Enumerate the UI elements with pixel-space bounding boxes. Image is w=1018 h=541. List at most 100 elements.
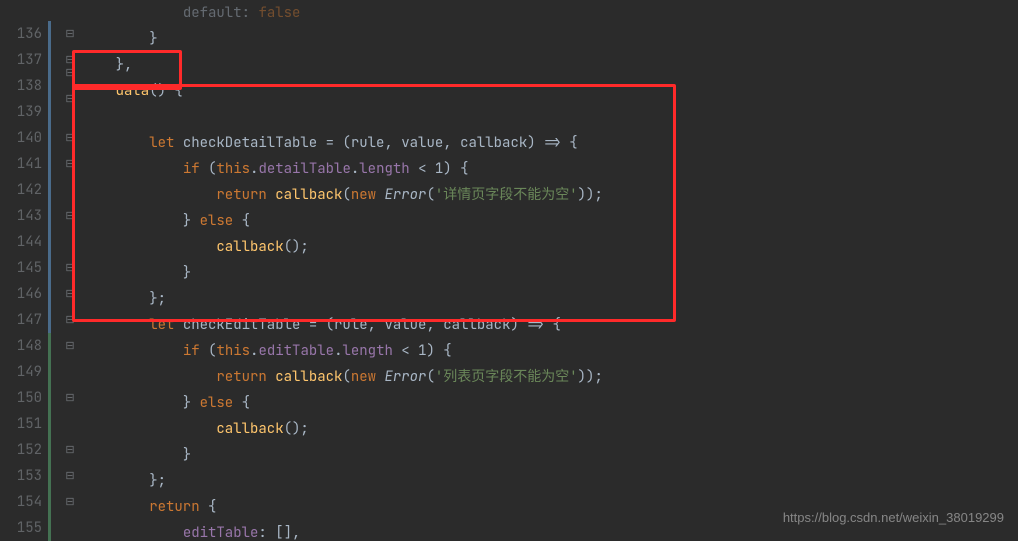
change-bar [48,437,51,463]
token: this [216,160,250,178]
fold-icon[interactable]: ⊟ [64,151,76,177]
code-line[interactable]: let checkEditTable = (rule, value, callb… [82,312,1018,338]
token: detailTable [258,160,350,178]
fold-marks[interactable]: ⊟ [48,489,78,515]
token: (); [284,238,309,256]
line-number: 136 [0,21,48,47]
code-line[interactable]: }; [82,286,1018,312]
fold-icon[interactable]: ⊟ [64,333,76,359]
token: new [351,186,376,204]
fold-icon[interactable]: ⊟ [64,463,76,489]
token: { [200,498,217,516]
code-line[interactable]: }; [82,468,1018,494]
token: value [384,316,426,334]
line-number: 148 [0,333,48,359]
line-number: 139 [0,99,48,125]
fold-marks[interactable]: ⊟ [48,125,78,151]
change-bar [48,125,51,151]
fold-marks[interactable]: ⊟ [48,307,78,333]
token: length [342,342,392,360]
fold-marks[interactable] [48,99,78,125]
code-line[interactable]: callback(); [82,416,1018,442]
token [82,160,183,178]
code-line[interactable]: }, [82,52,1018,78]
token: default [183,4,242,22]
code-line[interactable]: } [82,260,1018,286]
token: . [351,160,359,178]
fold-marks[interactable] [48,515,78,541]
fold-marks[interactable]: ⊟ [48,255,78,281]
token: else [200,394,234,412]
fold-icon[interactable]: ⊟ [64,307,76,333]
gutter-row: 144 [0,229,78,255]
fold-marks[interactable] [48,0,78,21]
fold-icon[interactable]: ⊟ [64,437,76,463]
gutter-row: 142 [0,177,78,203]
code-line[interactable]: if (this.detailTable.length < 1) { [82,156,1018,182]
token: ( [200,342,217,360]
line-number: 145 [0,255,48,281]
token: callback [275,186,342,204]
fold-icon[interactable]: ⊟ [64,203,76,229]
code-line[interactable]: return callback(new Error('详情页字段不能为空')); [82,182,1018,208]
fold-marks[interactable]: ⊟ [48,385,78,411]
fold-marks[interactable]: ⊟ [48,333,78,359]
token: )); [578,368,603,386]
token [82,4,183,22]
code-line[interactable]: if (this.editTable.length < 1) { [82,338,1018,364]
code-line[interactable]: } [82,442,1018,468]
code-line[interactable]: } else { [82,390,1018,416]
fold-marks[interactable]: ⊟ ⊟ [48,73,78,99]
fold-marks[interactable] [48,177,78,203]
fold-marks[interactable]: ⊟ [48,21,78,47]
change-bar [48,307,51,333]
code-line[interactable]: return callback(new Error('列表页字段不能为空')); [82,364,1018,390]
change-bar [48,99,51,125]
token: : [242,4,259,22]
line-number: 155 [0,515,48,541]
code-area[interactable]: default: false } }, data() { let checkDe… [78,0,1018,541]
fold-marks[interactable]: ⊟ [48,463,78,489]
token: data [116,82,150,100]
fold-marks[interactable] [48,411,78,437]
line-number: 146 [0,281,48,307]
gutter: 136⊟137⊟138⊟ ⊟139140⊟141⊟142143⊟144145⊟1… [0,0,78,541]
code-line[interactable]: callback(); [82,234,1018,260]
token: '列表页字段不能为空' [435,368,578,386]
fold-marks[interactable]: ⊟ [48,151,78,177]
change-bar [48,385,51,411]
fold-icon[interactable]: ⊟ [64,385,76,411]
gutter-row: 151 [0,411,78,437]
token: { [233,394,250,412]
token: { [233,212,250,230]
fold-marks[interactable] [48,359,78,385]
code-line[interactable] [82,104,1018,130]
fold-icon[interactable]: ⊟ [64,255,76,281]
token: ( [426,368,434,386]
gutter-row: 154⊟ [0,489,78,515]
fold-marks[interactable]: ⊟ [48,281,78,307]
code-editor[interactable]: 136⊟137⊟138⊟ ⊟139140⊟141⊟142143⊟144145⊟1… [0,0,1018,541]
token [82,342,183,360]
token: return [149,498,199,516]
change-bar [48,229,51,255]
code-line[interactable]: } [82,26,1018,52]
fold-marks[interactable]: ⊟ [48,437,78,463]
change-bar [48,47,51,73]
line-number: 142 [0,177,48,203]
fold-marks[interactable] [48,229,78,255]
gutter-row [0,0,78,21]
fold-icon[interactable]: ⊟ [64,281,76,307]
fold-marks[interactable]: ⊟ [48,203,78,229]
code-line[interactable]: default: false [82,0,1018,26]
fold-icon[interactable]: ⊟ [64,125,76,151]
fold-icon[interactable]: ⊟ [64,489,76,515]
fold-icon[interactable]: ⊟ [64,21,76,47]
code-line[interactable]: let checkDetailTable = (rule, value, cal… [82,130,1018,156]
code-line[interactable]: data() { [82,78,1018,104]
code-line[interactable]: } else { [82,208,1018,234]
change-bar [48,203,51,229]
change-bar [48,411,51,437]
token: )); [578,186,603,204]
token: : [], [258,524,300,541]
